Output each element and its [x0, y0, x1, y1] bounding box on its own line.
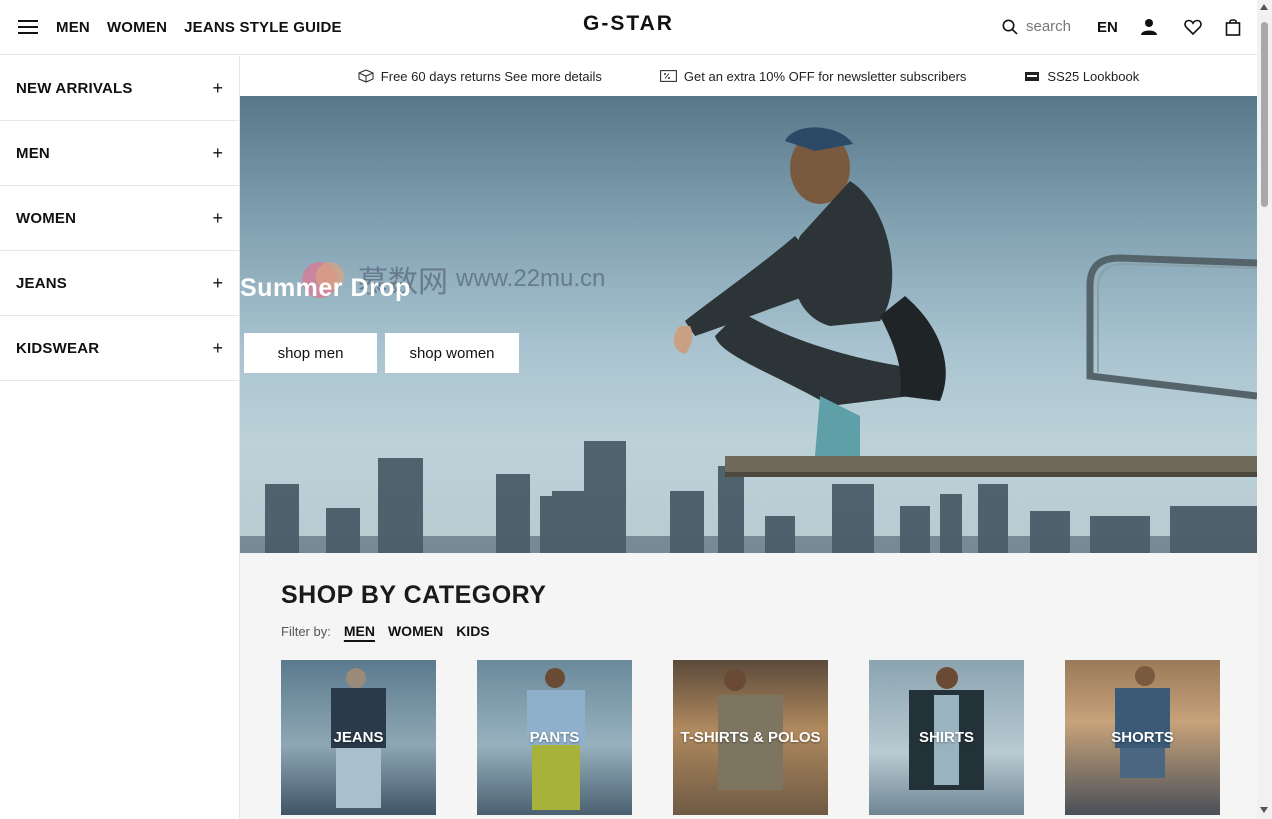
filter-label: Filter by: — [281, 623, 331, 639]
scroll-up-icon[interactable] — [1260, 4, 1268, 10]
category-card-shirts[interactable]: SHIRTS — [869, 660, 1024, 815]
menu-icon[interactable] — [18, 18, 38, 36]
shop-men-button[interactable]: shop men — [244, 333, 377, 373]
bag-icon[interactable] — [1224, 18, 1242, 36]
category-card-shorts[interactable]: SHORTS — [1065, 660, 1220, 815]
site-logo[interactable]: G-STAR — [583, 12, 674, 35]
category-card-tshirts-polos[interactable]: T-SHIRTS & POLOS — [673, 660, 828, 815]
card-label: SHORTS — [1111, 729, 1174, 746]
filter-men[interactable]: MEN — [344, 623, 375, 639]
site-header: MEN WOMEN JEANS STYLE GUIDE G-STAR searc… — [0, 0, 1257, 55]
section-title: SHOP BY CATEGORY — [281, 581, 547, 609]
shop-by-category: SHOP BY CATEGORY Filter by: MEN WOMEN KI… — [240, 553, 1257, 819]
g-logo-icon — [1025, 72, 1040, 81]
card-label: T-SHIRTS & POLOS — [680, 729, 821, 746]
account-icon[interactable] — [1140, 18, 1158, 36]
promo-newsletter[interactable]: Get an extra 10% OFF for newsletter subs… — [659, 68, 967, 84]
search-icon — [1002, 19, 1018, 35]
promo-lookbook-text: SS25 Lookbook — [1047, 68, 1140, 84]
card-label: JEANS — [333, 729, 384, 746]
nav-men[interactable]: MEN — [56, 19, 90, 36]
page-scrollbar[interactable] — [1257, 0, 1272, 819]
plus-icon: + — [212, 337, 223, 358]
promo-lookbook[interactable]: SS25 Lookbook — [1024, 69, 1139, 84]
sidebar-item-men[interactable]: MEN + — [0, 121, 239, 186]
sidebar-item-new-arrivals[interactable]: NEW ARRIVALS + — [0, 56, 239, 121]
promo-returns-text: Free 60 days returns See more details — [380, 68, 602, 84]
search-box[interactable]: search — [1002, 18, 1071, 35]
plus-icon: + — [212, 207, 223, 228]
sidebar-item-label: KIDSWEAR — [16, 339, 100, 357]
hero-image — [240, 127, 1257, 553]
scroll-thumb[interactable] — [1261, 22, 1268, 207]
promo-bar: Free 60 days returns See more details Ge… — [240, 56, 1257, 96]
category-card-pants[interactable]: PANTS — [477, 660, 632, 815]
category-filter: Filter by: MEN WOMEN KIDS — [281, 623, 490, 639]
sidebar-item-label: NEW ARRIVALS — [16, 79, 133, 97]
plus-icon: + — [212, 77, 223, 98]
plus-icon: + — [212, 272, 223, 293]
category-cards: JEANS PANTS T-SHIRTS & POLOS SHIRTS SHOR… — [281, 660, 1220, 815]
language-selector[interactable]: EN — [1097, 19, 1118, 36]
card-label: PANTS — [529, 729, 580, 746]
sidebar-item-kidswear[interactable]: KIDSWEAR + — [0, 316, 239, 381]
nav-women[interactable]: WOMEN — [107, 19, 167, 36]
shop-women-button[interactable]: shop women — [385, 333, 519, 373]
sidebar-item-label: MEN — [16, 144, 50, 162]
hero-banner: 慕数网 www.22mu.cn Summer Drop shop men sho… — [240, 96, 1257, 553]
top-nav: MEN WOMEN JEANS STYLE GUIDE — [56, 0, 342, 55]
hero-title: Summer Drop — [240, 274, 411, 302]
category-sidebar: NEW ARRIVALS + MEN + WOMEN + JEANS + KID… — [0, 56, 240, 819]
sidebar-item-jeans[interactable]: JEANS + — [0, 251, 239, 316]
plus-icon: + — [212, 142, 223, 163]
scroll-down-icon[interactable] — [1260, 807, 1268, 813]
heart-icon[interactable] — [1184, 18, 1202, 36]
filter-women[interactable]: WOMEN — [388, 623, 443, 639]
box-icon — [358, 69, 374, 83]
category-card-jeans[interactable]: JEANS — [281, 660, 436, 815]
promo-returns[interactable]: Free 60 days returns See more details — [358, 69, 602, 84]
promo-newsletter-text: Get an extra 10% OFF for newsletter subs… — [683, 68, 967, 84]
search-input[interactable]: search — [1026, 18, 1071, 35]
card-label: SHIRTS — [918, 729, 974, 746]
sidebar-item-label: WOMEN — [16, 209, 77, 227]
filter-kids[interactable]: KIDS — [456, 623, 489, 639]
sidebar-item-label: JEANS — [16, 274, 68, 292]
sidebar-item-women[interactable]: WOMEN + — [0, 186, 239, 251]
nav-jeans-style-guide[interactable]: JEANS STYLE GUIDE — [184, 19, 342, 36]
discount-icon — [659, 70, 677, 82]
